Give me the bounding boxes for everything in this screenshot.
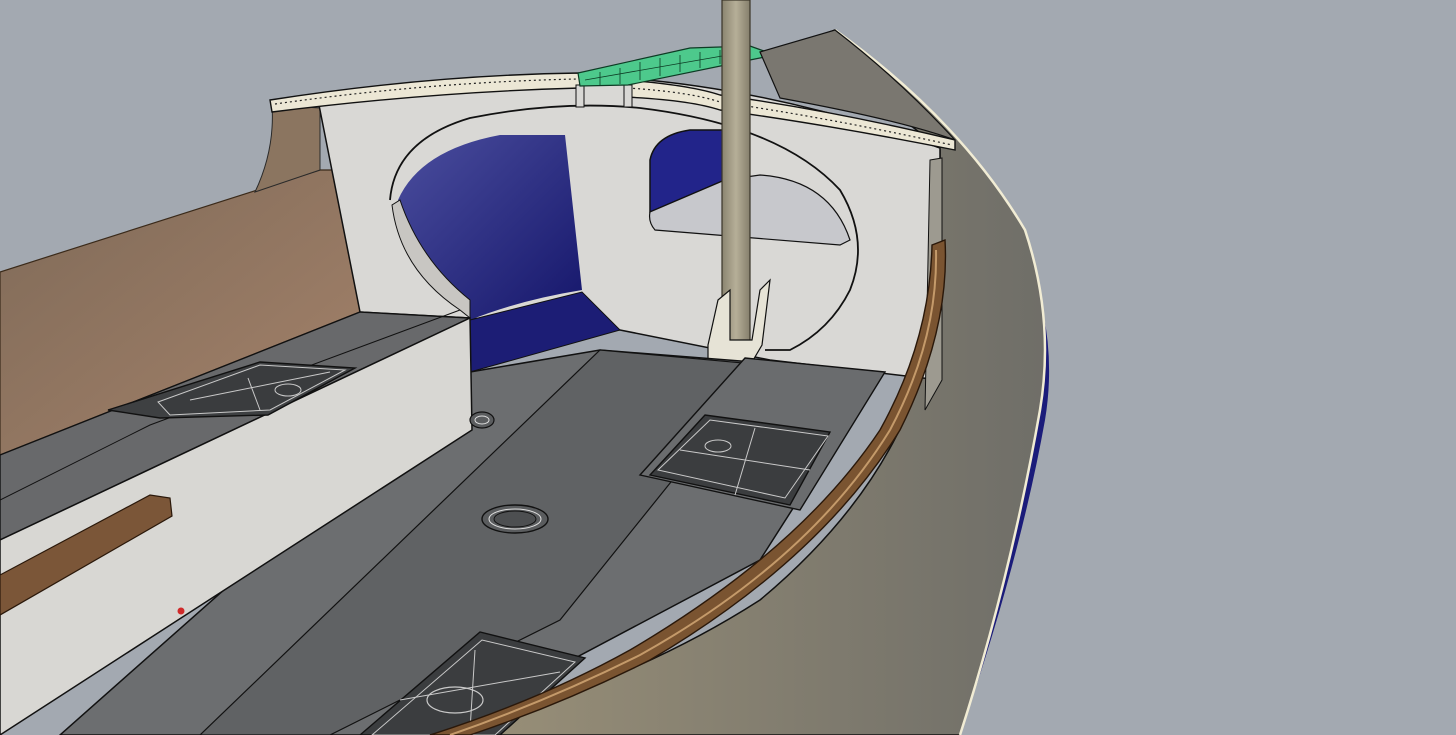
model-canvas[interactable] — [0, 0, 1456, 735]
deck-beam-post-right — [623, 84, 633, 108]
drain-fitting-center[interactable] — [481, 504, 549, 534]
deck-beam-post-left — [575, 84, 585, 108]
3d-viewport[interactable] — [0, 0, 1456, 735]
reference-point-marker[interactable] — [177, 607, 185, 615]
drain-fitting-port[interactable] — [469, 411, 495, 429]
